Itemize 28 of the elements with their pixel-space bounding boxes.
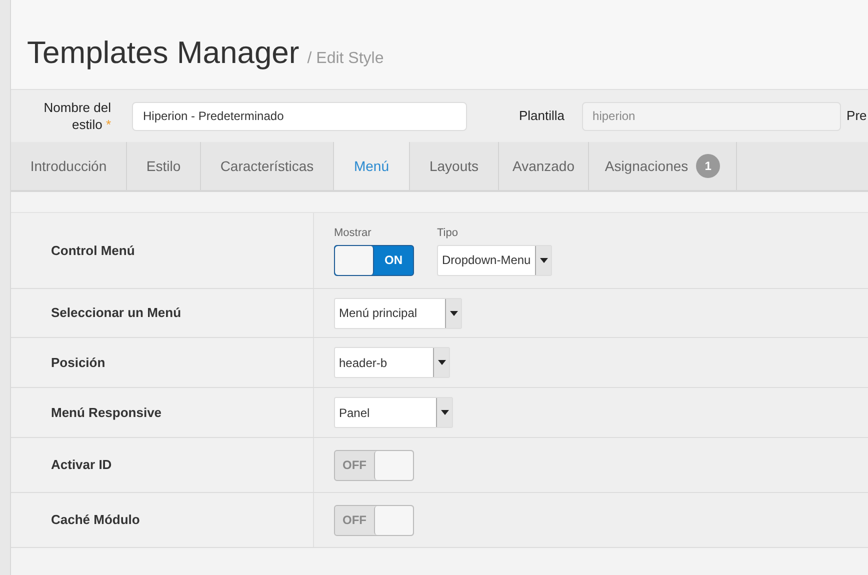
- tab[interactable]: Menú: [334, 142, 410, 190]
- field-label: Plantilla: [519, 107, 565, 126]
- page-subtitle: / Edit Style: [307, 49, 384, 69]
- field-label: Nombre del estilo *: [44, 100, 111, 132]
- template-field[interactable]: hiperion: [582, 102, 841, 130]
- toggle-switch[interactable]: ON: [334, 244, 414, 276]
- field-label: Pre: [846, 107, 867, 126]
- row-label: Control Menú: [51, 242, 135, 260]
- row-label: Caché Módulo: [51, 511, 140, 530]
- caret-icon: [436, 398, 452, 427]
- page-title: Templates Manager: [27, 34, 300, 72]
- row-label: Menú Responsive: [51, 404, 162, 422]
- row-label: Seleccionar un Menú: [51, 304, 182, 322]
- caret-icon: [535, 246, 551, 275]
- caret-icon: [445, 298, 461, 328]
- caption-label: Mostrar: [334, 226, 372, 242]
- caret-icon: [433, 348, 449, 377]
- toggle-switch[interactable]: OFF: [334, 504, 414, 536]
- dropdown-select[interactable]: header-b: [334, 347, 450, 378]
- dropdown-select[interactable]: Panel: [334, 397, 453, 428]
- caption-label: Tipo: [437, 226, 459, 242]
- name-field[interactable]: Hiperion - Predeterminado: [132, 102, 467, 130]
- count-badge: 1: [696, 154, 720, 178]
- dropdown-select[interactable]: Dropdown-Menu: [437, 244, 552, 276]
- dropdown-select[interactable]: Menú principal: [334, 298, 462, 328]
- row-label: Activar ID: [51, 456, 112, 474]
- toggle-switch[interactable]: OFF: [334, 450, 414, 480]
- row-label: Posición: [51, 354, 106, 372]
